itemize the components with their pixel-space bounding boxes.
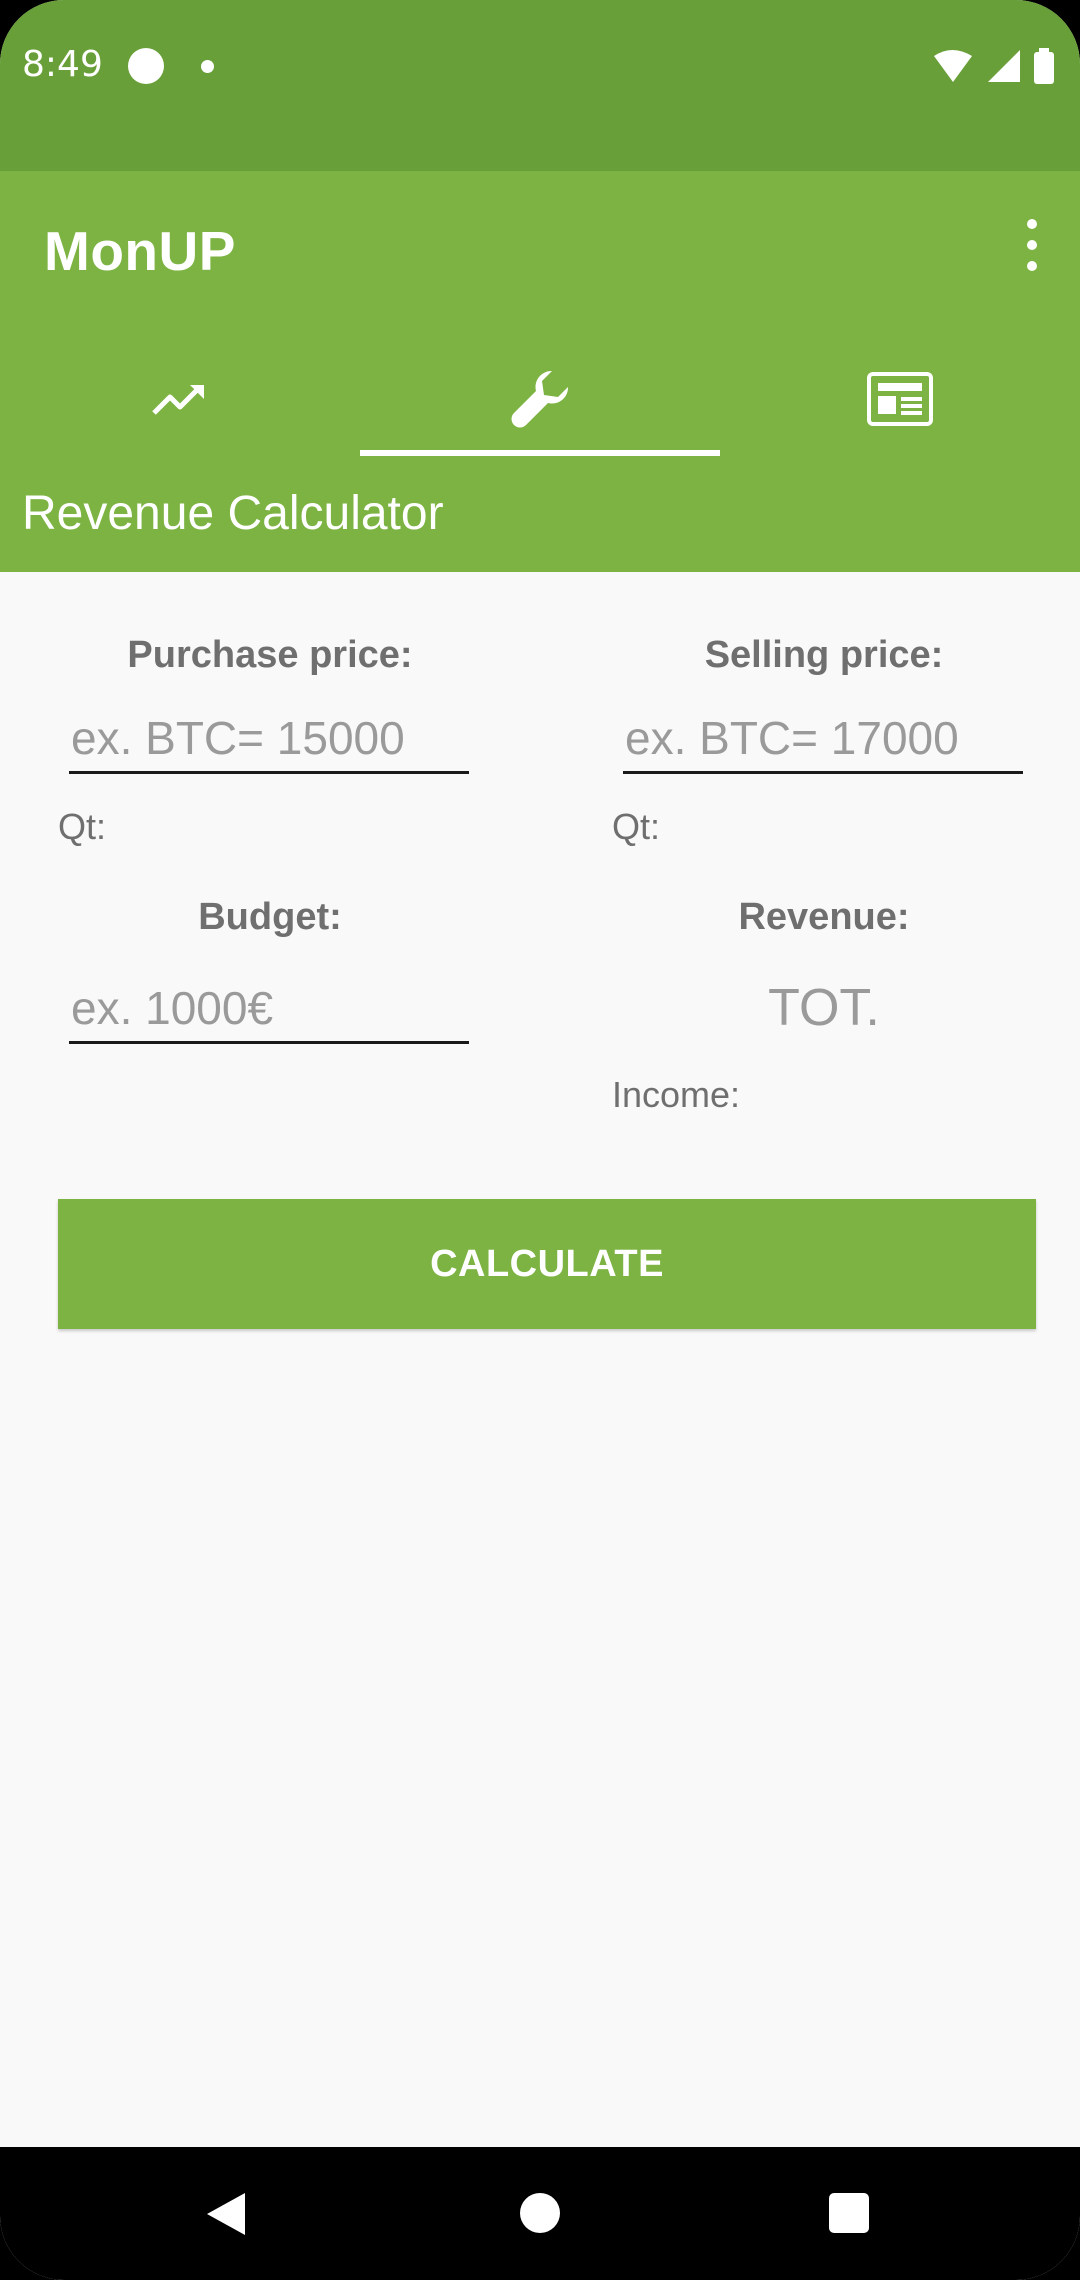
status-time: 8:49: [22, 44, 103, 85]
signal-icon: [988, 50, 1020, 82]
purchase-price-label: Purchase price:: [127, 634, 413, 676]
tab-calculator[interactable]: [360, 341, 720, 456]
notification-dot-icon: [201, 60, 214, 73]
system-nav-bar: [0, 2147, 1080, 2280]
home-icon[interactable]: [520, 2193, 560, 2233]
wifi-icon: [934, 50, 972, 82]
newspaper-icon: [867, 371, 933, 426]
overflow-menu-icon[interactable]: [1012, 217, 1052, 273]
app-screen: 8:49 MonUP Revenue Calculator Purchase p…: [0, 0, 1080, 2280]
revenue-label: Revenue:: [738, 896, 910, 938]
tab-charts[interactable]: [0, 341, 360, 456]
selling-qt-label: Qt:: [612, 806, 661, 847]
notification-circle-icon: [128, 48, 164, 84]
selling-price-label: Selling price:: [704, 634, 944, 676]
app-title: MonUP: [44, 220, 236, 282]
purchase-qt-label: Qt:: [58, 806, 107, 847]
revenue-total: TOT.: [768, 979, 880, 1037]
tab-bar: [0, 341, 1080, 456]
budget-label: Budget:: [198, 896, 342, 938]
section-header: Revenue Calculator: [0, 456, 1080, 572]
tab-news[interactable]: [720, 341, 1080, 456]
status-icons: [934, 48, 1054, 84]
section-title: Revenue Calculator: [22, 487, 444, 540]
back-icon[interactable]: [205, 2191, 249, 2237]
status-bar: 8:49: [0, 0, 1080, 171]
battery-icon: [1034, 52, 1054, 84]
calculate-button[interactable]: CALCULATE: [58, 1199, 1036, 1329]
app-bar: MonUP: [0, 171, 1080, 456]
income-label: Income:: [612, 1074, 741, 1115]
recents-icon[interactable]: [829, 2193, 869, 2233]
purchase-price-input[interactable]: [69, 704, 469, 774]
selling-price-input[interactable]: [623, 704, 1023, 774]
wrench-icon: [511, 370, 569, 427]
budget-input[interactable]: [69, 974, 469, 1044]
trending-up-icon: [152, 384, 204, 415]
